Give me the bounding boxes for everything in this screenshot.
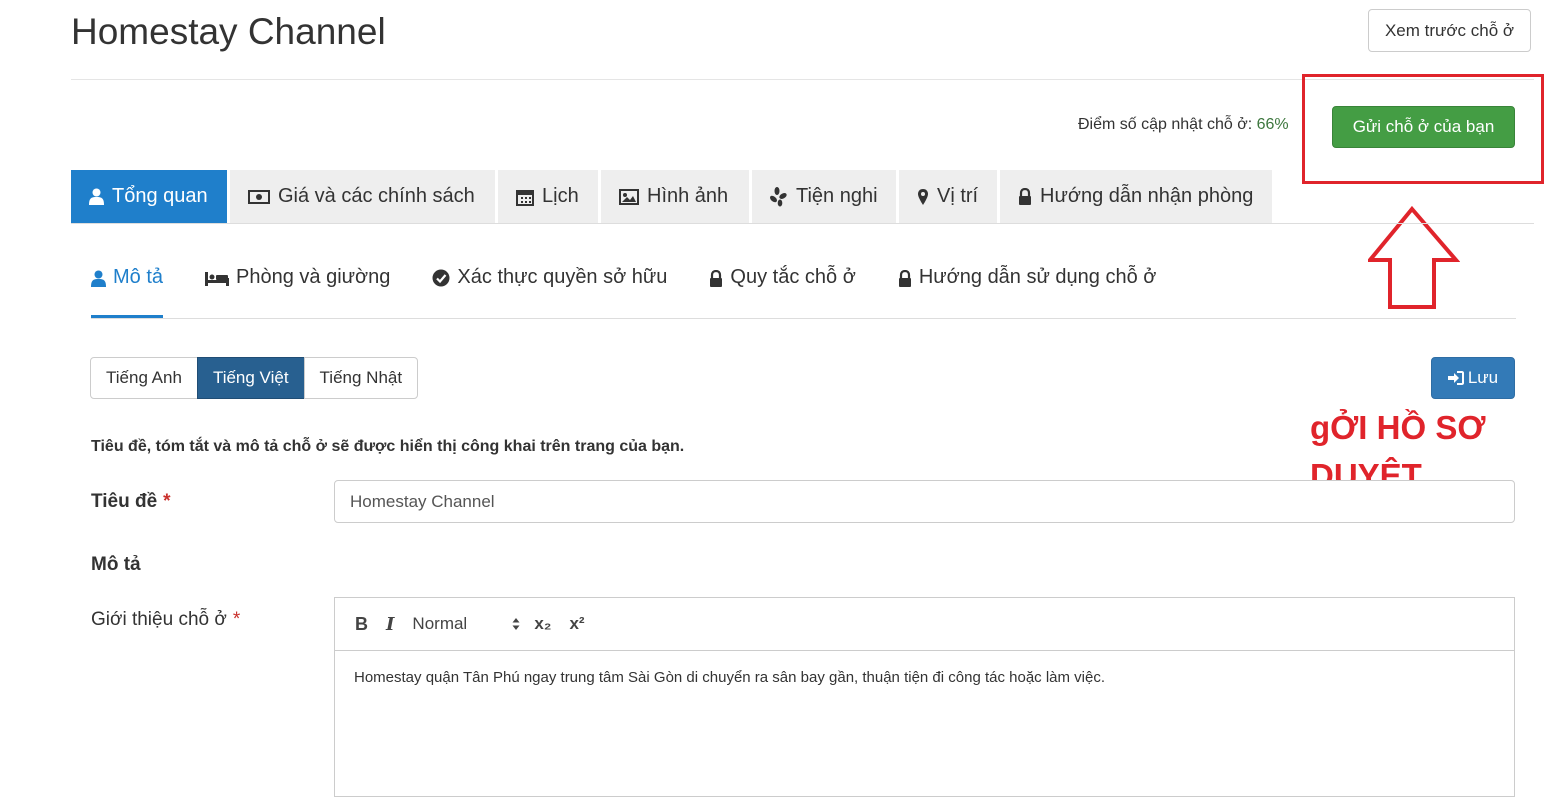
annotation-up-arrow-icon: [1368, 206, 1460, 309]
lock-icon: [709, 266, 723, 290]
intro-field-label-text: Giới thiệu chỗ ở: [91, 609, 227, 630]
save-button[interactable]: Lưu: [1431, 357, 1515, 399]
italic-button[interactable]: I: [386, 610, 394, 638]
subtab-usage-guide-label: Hướng dẫn sử dụng chỗ ở: [918, 266, 1157, 288]
money-icon: [248, 189, 270, 204]
sub-tabs: Mô tả Phòng và giường Xác thực quyền sở …: [91, 266, 1198, 318]
language-switcher: Tiếng Anh Tiếng Việt Tiếng Nhật: [90, 357, 419, 399]
subscript-button[interactable]: x₂: [534, 610, 551, 638]
check-circle-icon: [432, 266, 450, 290]
required-mark: *: [232, 609, 241, 630]
image-icon: [619, 188, 639, 205]
preview-listing-button[interactable]: Xem trước chỗ ở: [1368, 9, 1531, 52]
superscript-button[interactable]: x²: [569, 610, 584, 638]
editor-content[interactable]: Homestay quận Tân Phú ngay trung tâm Sài…: [335, 651, 1514, 704]
tab-location[interactable]: Vị trí: [899, 170, 997, 223]
required-mark: *: [163, 491, 171, 512]
main-tabs: Tổng quan Giá và các chính sách Lịch Hìn…: [71, 170, 1275, 223]
lang-japanese-button[interactable]: Tiếng Nhật: [303, 357, 419, 399]
sort-arrows-icon: [512, 617, 520, 631]
tab-location-label: Vị trí: [937, 185, 979, 207]
sign-in-icon: [1447, 371, 1464, 385]
subtab-description-label: Mô tả: [113, 266, 164, 288]
tab-images[interactable]: Hình ảnh: [601, 170, 749, 223]
tab-overview-label: Tổng quan: [112, 185, 208, 207]
format-select-value: Normal: [412, 614, 468, 633]
tab-pricing-policies[interactable]: Giá và các chính sách: [230, 170, 495, 223]
bed-icon: [205, 266, 230, 290]
tab-amenities-label: Tiện nghi: [796, 185, 878, 207]
subtab-usage-guide[interactable]: Hướng dẫn sử dụng chỗ ở: [898, 266, 1157, 318]
subtab-house-rules[interactable]: Quy tắc chỗ ở: [709, 266, 856, 318]
description-section-label: Mô tả: [91, 554, 141, 575]
subtab-rooms-beds-label: Phòng và giường: [236, 266, 391, 288]
lang-vietnamese-button[interactable]: Tiếng Việt: [196, 357, 305, 399]
public-info-note: Tiêu đề, tóm tắt và mô tả chỗ ở sẽ được …: [91, 438, 685, 455]
tab-calendar-label: Lịch: [542, 185, 579, 207]
user-icon: [91, 266, 106, 290]
page-title: Homestay Channel: [71, 11, 386, 52]
title-field-label: Tiêu đề *: [91, 491, 171, 513]
editor-toolbar: B I Normal x₂ x²: [335, 598, 1514, 651]
annotation-line-1: gỞI HỒ SƠ: [1310, 409, 1486, 446]
calendar-icon: [516, 188, 534, 206]
subtab-description[interactable]: Mô tả: [91, 266, 164, 318]
lock-icon: [1018, 188, 1032, 205]
tab-amenities[interactable]: Tiện nghi: [752, 170, 896, 223]
title-input[interactable]: [334, 480, 1515, 523]
subtab-ownership-label: Xác thực quyền sở hữu: [457, 266, 668, 288]
subtab-ownership[interactable]: Xác thực quyền sở hữu: [432, 266, 667, 318]
intro-field-label: Giới thiệu chỗ ở *: [91, 609, 240, 631]
format-select[interactable]: Normal: [412, 610, 520, 638]
tab-images-label: Hình ảnh: [647, 185, 729, 207]
sub-tabs-divider: [91, 318, 1516, 319]
lock-icon: [898, 266, 912, 290]
tab-pricing-policies-label: Giá và các chính sách: [278, 185, 475, 207]
subtab-rooms-beds[interactable]: Phòng và giường: [205, 266, 390, 318]
save-button-label: Lưu: [1467, 368, 1499, 387]
intro-rich-text-editor: B I Normal x₂ x² Homestay quận Tân Phú n…: [334, 597, 1515, 797]
title-field-label-text: Tiêu đề: [91, 491, 158, 512]
tab-calendar[interactable]: Lịch: [498, 170, 598, 223]
lang-english-button[interactable]: Tiếng Anh: [90, 357, 198, 399]
update-score: Điểm số cập nhật chỗ ở: 66%: [1078, 116, 1289, 134]
amenities-icon: [770, 186, 788, 207]
user-icon: [89, 188, 104, 205]
update-score-value: 66%: [1256, 116, 1289, 133]
subtab-house-rules-label: Quy tắc chỗ ở: [730, 266, 856, 288]
tab-checkin-guide[interactable]: Hướng dẫn nhận phòng: [1000, 170, 1272, 223]
update-score-label: Điểm số cập nhật chỗ ở:: [1078, 116, 1257, 133]
main-tabs-divider: [71, 223, 1534, 224]
map-marker-icon: [917, 188, 929, 206]
tab-overview[interactable]: Tổng quan: [71, 170, 227, 223]
bold-button[interactable]: B: [355, 610, 368, 638]
tab-checkin-guide-label: Hướng dẫn nhận phòng: [1040, 185, 1254, 207]
annotation-highlight-box: [1302, 74, 1544, 184]
